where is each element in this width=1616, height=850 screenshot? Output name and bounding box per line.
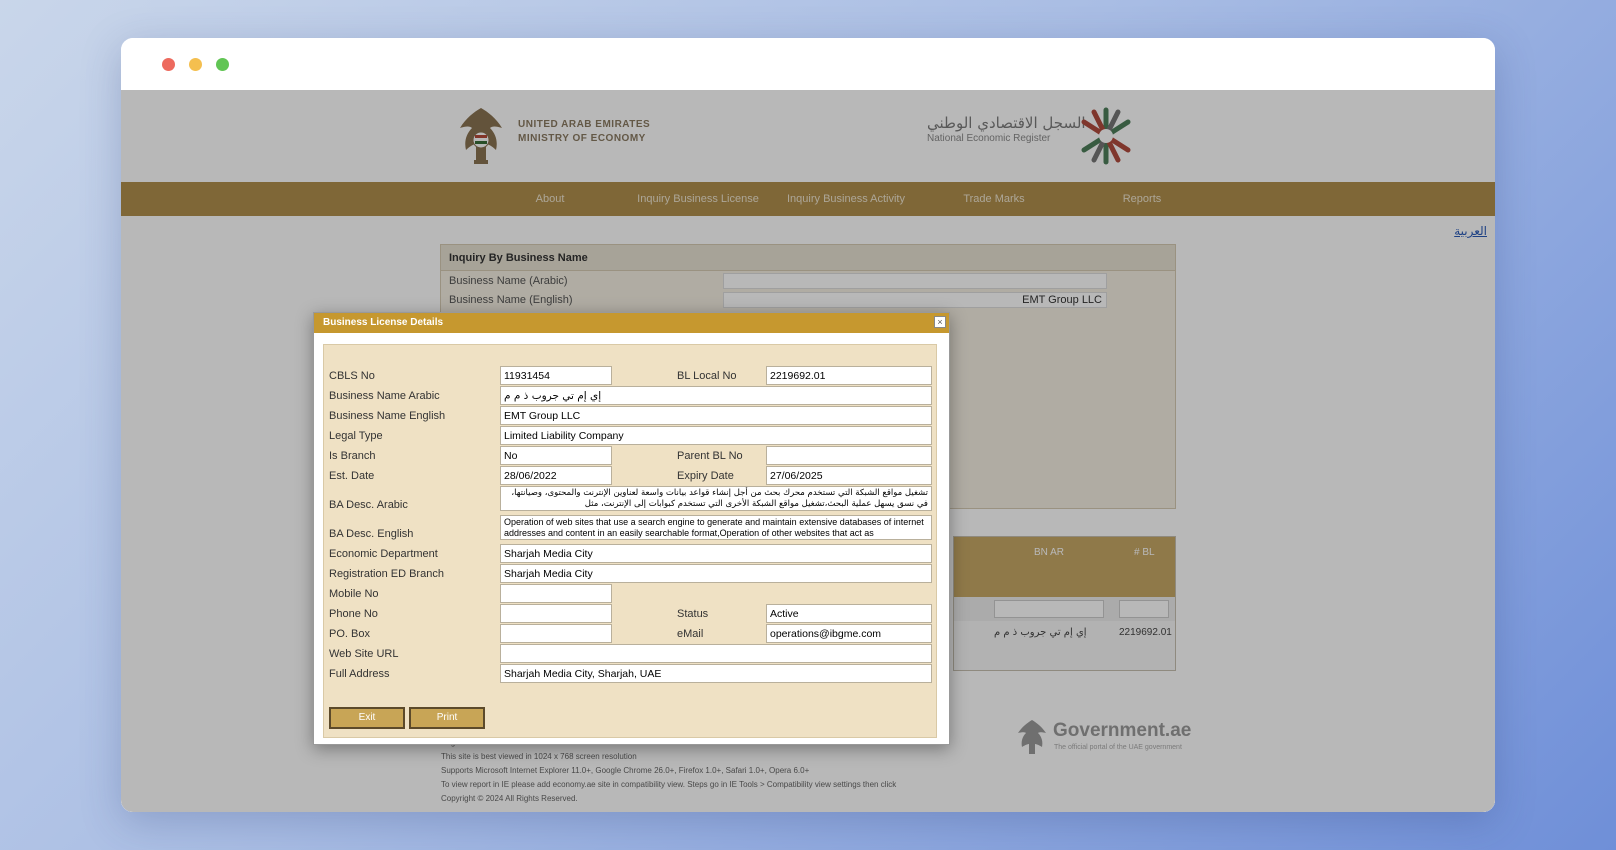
legal-type-label: Legal Type <box>329 430 383 442</box>
close-window-button[interactable] <box>162 58 175 71</box>
mobile-no-field[interactable] <box>500 584 612 603</box>
full-address-label: Full Address <box>329 668 390 680</box>
po-box-label: PO. Box <box>329 628 370 640</box>
expiry-date-field[interactable]: 27/06/2025 <box>766 466 932 485</box>
browser-window: UNITED ARAB EMIRATES MINISTRY OF ECONOMY… <box>121 38 1495 812</box>
window-titlebar <box>121 38 1495 90</box>
mobile-no-label: Mobile No <box>329 588 379 600</box>
bl-local-no-label: BL Local No <box>677 370 737 382</box>
bl-local-no-field[interactable]: 2219692.01 <box>766 366 932 385</box>
is-branch-label: Is Branch <box>329 450 376 462</box>
phone-no-label: Phone No <box>329 608 378 620</box>
ba-desc-arabic-label: BA Desc. Arabic <box>329 499 408 511</box>
parent-bl-no-label: Parent BL No <box>677 450 743 462</box>
status-label: Status <box>677 608 709 620</box>
est-date-field[interactable]: 28/06/2022 <box>500 466 612 485</box>
registration-ed-branch-field[interactable]: Sharjah Media City <box>500 564 932 583</box>
economic-department-label: Economic Department <box>329 548 438 560</box>
email-label: eMail <box>677 628 704 640</box>
business-name-english-field[interactable]: EMT Group LLC <box>500 406 932 425</box>
est-date-label: Est. Date <box>329 470 375 482</box>
ba-desc-english-textarea[interactable]: Operation of web sites that use a search… <box>500 515 932 540</box>
close-icon[interactable]: × <box>934 316 946 328</box>
business-license-dialog: Business License Details × CBLS No 11931… <box>313 312 950 745</box>
maximize-window-button[interactable] <box>216 58 229 71</box>
dialog-titlebar: Business License Details × <box>314 313 949 333</box>
ba-desc-arabic-textarea[interactable]: تشغيل مواقع الشبكة التي تستخدم محرك بحث … <box>500 486 932 511</box>
economic-department-field[interactable]: Sharjah Media City <box>500 544 932 563</box>
dialog-title: Business License Details <box>323 317 444 328</box>
phone-no-field[interactable] <box>500 604 612 623</box>
dialog-form: CBLS No 11931454 BL Local No 2219692.01 … <box>323 344 937 738</box>
status-field[interactable]: Active <box>766 604 932 623</box>
exit-button[interactable]: Exit <box>329 707 405 729</box>
parent-bl-no-field[interactable] <box>766 446 932 465</box>
business-name-arabic-label: Business Name Arabic <box>329 390 440 402</box>
web-site-url-label: Web Site URL <box>329 648 399 660</box>
business-name-arabic-value: إي إم تي جروب ذ م م <box>504 390 602 402</box>
cbls-no-label: CBLS No <box>329 370 375 382</box>
print-button[interactable]: Print <box>409 707 485 729</box>
po-box-field[interactable] <box>500 624 612 643</box>
expiry-date-label: Expiry Date <box>677 470 734 482</box>
minimize-window-button[interactable] <box>189 58 202 71</box>
cbls-no-field[interactable]: 11931454 <box>500 366 612 385</box>
full-address-field[interactable]: Sharjah Media City, Sharjah, UAE <box>500 664 932 683</box>
business-name-english-label: Business Name English <box>329 410 446 422</box>
ba-desc-english-label: BA Desc. English <box>329 528 414 540</box>
is-branch-field[interactable]: No <box>500 446 612 465</box>
web-site-url-field[interactable] <box>500 644 932 663</box>
registration-ed-branch-label: Registration ED Branch <box>329 568 444 580</box>
email-field[interactable]: operations@ibgme.com <box>766 624 932 643</box>
legal-type-field[interactable]: Limited Liability Company <box>500 426 932 445</box>
business-name-arabic-field[interactable]: إي إم تي جروب ذ م م <box>500 386 932 405</box>
